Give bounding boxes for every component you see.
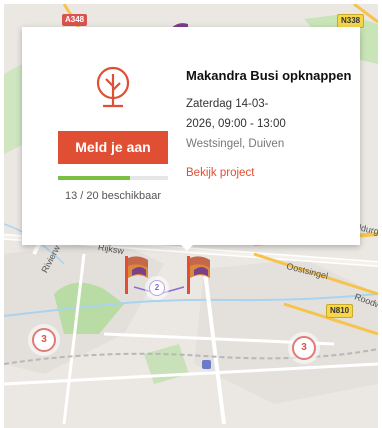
signup-button[interactable]: Meld je aan xyxy=(58,131,168,164)
cluster-marker-right[interactable]: 3 xyxy=(292,336,316,360)
project-title: Makandra Busi opknappen xyxy=(186,68,352,83)
project-location: Westsingel, Duiven xyxy=(186,138,285,150)
project-date-line2: 2026, 09:00 - 13:00 xyxy=(186,118,286,130)
capacity-bar-fill xyxy=(58,176,130,180)
capacity-bar xyxy=(58,176,168,180)
view-project-link[interactable]: Bekijk project xyxy=(186,167,254,179)
tree-icon xyxy=(96,66,130,108)
project-date-line1: Zaterdag 14-03- xyxy=(186,98,269,110)
road-badge-n338: N338 xyxy=(337,14,365,28)
cluster-marker-left[interactable]: 3 xyxy=(32,328,56,352)
road-badge-n810: N810 xyxy=(326,304,354,318)
project-date: Zaterdag 14-03- 2026, 09:00 - 13:00 xyxy=(186,94,306,134)
capacity-text: 13 / 20 beschikbaar xyxy=(64,190,161,202)
road-badge-a348: A348 xyxy=(62,14,88,26)
project-flag-icon[interactable] xyxy=(120,252,152,296)
project-flag-selected-icon[interactable] xyxy=(182,252,214,296)
popup-tail xyxy=(178,242,196,251)
